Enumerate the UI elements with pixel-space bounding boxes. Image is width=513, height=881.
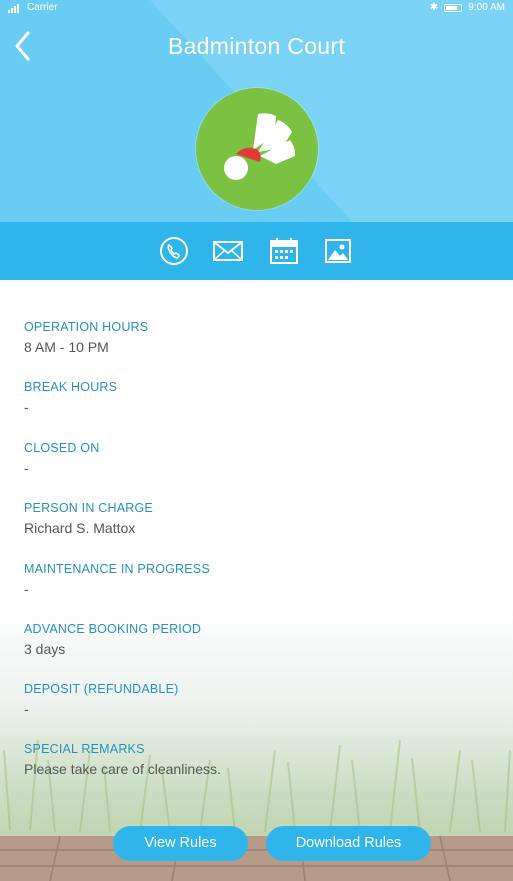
mail-icon: [213, 241, 243, 261]
calendar-button[interactable]: [268, 236, 300, 266]
field-break-hours: BREAK HOURS -: [24, 380, 494, 415]
mail-button[interactable]: [212, 236, 244, 266]
field-label: BREAK HOURS: [24, 380, 118, 394]
field-value: Please take care of cleanliness.: [24, 761, 221, 777]
field-value: -: [24, 701, 29, 717]
bluetooth-icon: ✱: [429, 2, 439, 13]
phone-button[interactable]: [158, 236, 190, 266]
field-label: OPERATION HOURS: [24, 320, 149, 334]
field-label: DEPOSIT (REFUNDABLE): [24, 682, 179, 696]
download-rules-button[interactable]: Download Rules: [266, 826, 431, 861]
calendar-icon: [270, 238, 298, 264]
carrier-label: Carrier: [27, 2, 58, 13]
action-bar: [0, 222, 513, 280]
field-value: -: [24, 460, 29, 476]
header: Carrier ✱ 9:00 AM Badminton Court: [0, 0, 513, 280]
field-special-remarks: SPECIAL REMARKS Please take care of clea…: [24, 742, 494, 777]
field-person-in-charge: PERSON IN CHARGE Richard S. Mattox: [24, 501, 494, 536]
field-maintenance: MAINTENANCE IN PROGRESS -: [24, 562, 494, 597]
status-bar: Carrier ✱ 9:00 AM: [0, 0, 513, 16]
facility-avatar: [196, 88, 318, 210]
battery-icon: [444, 3, 463, 12]
signal-icon: [8, 3, 19, 13]
view-rules-button[interactable]: View Rules: [113, 826, 248, 861]
field-value: 8 AM - 10 PM: [24, 339, 109, 355]
field-label: ADVANCE BOOKING PERIOD: [24, 622, 202, 636]
field-value: -: [24, 399, 29, 415]
field-deposit: DEPOSIT (REFUNDABLE) -: [24, 682, 494, 717]
phone-icon: [160, 237, 188, 265]
field-label: CLOSED ON: [24, 441, 100, 455]
field-advance-booking: ADVANCE BOOKING PERIOD 3 days: [24, 622, 494, 657]
field-operation-hours: OPERATION HOURS 8 AM - 10 PM: [24, 320, 494, 355]
field-value: -: [24, 581, 29, 597]
page-title: Badminton Court: [167, 33, 346, 59]
field-closed-on: CLOSED ON -: [24, 441, 494, 476]
gallery-icon: [325, 239, 351, 263]
gallery-button[interactable]: [322, 236, 354, 266]
shuttlecock-icon: [224, 113, 296, 180]
field-value: 3 days: [24, 641, 66, 657]
field-label: PERSON IN CHARGE: [24, 501, 153, 515]
field-label: MAINTENANCE IN PROGRESS: [24, 562, 210, 576]
field-value: Richard S. Mattox: [24, 520, 136, 536]
field-label: SPECIAL REMARKS: [24, 742, 145, 756]
status-time: 9:00 AM: [468, 2, 505, 13]
